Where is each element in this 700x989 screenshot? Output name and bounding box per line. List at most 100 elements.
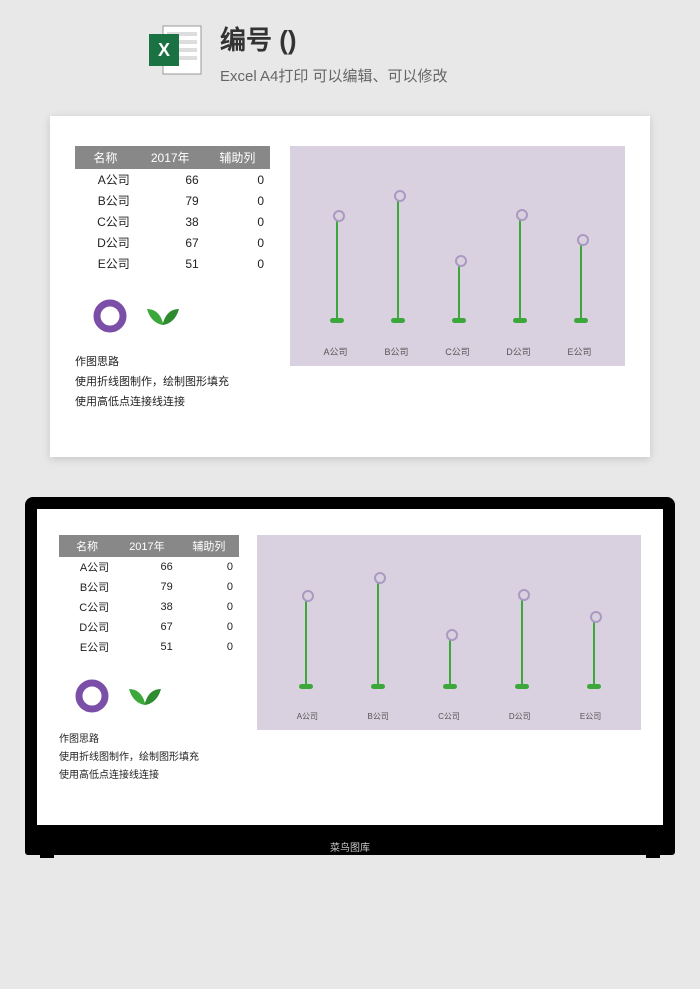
laptop-mockup: 名称 2017年 辅助列 A公司660B公司790C公司380D公司670E公司… <box>25 497 675 855</box>
table-body: A公司660B公司790C公司380D公司670E公司510 <box>59 557 239 657</box>
table-cell: 0 <box>205 211 270 232</box>
table-cell: 0 <box>179 617 239 637</box>
chart-plot <box>269 547 629 687</box>
table-row: E公司510 <box>75 253 270 274</box>
svg-text:X: X <box>158 40 170 60</box>
table-cell: 0 <box>179 637 239 657</box>
table-cell: 51 <box>115 637 179 657</box>
table-row: A公司660 <box>75 169 270 190</box>
table-cell: D公司 <box>75 232 136 253</box>
chart-x-labels: A公司B公司C公司D公司E公司 <box>305 345 610 358</box>
table-cell: 0 <box>179 557 239 577</box>
chart-x-labels: A公司B公司C公司D公司E公司 <box>272 711 626 722</box>
notes: 作图思路 使用折线图制作，绘制图形填充 使用高低点连接线连接 <box>75 353 270 412</box>
table-header: 辅助列 <box>205 146 270 169</box>
chart-x-label: A公司 <box>305 345 366 358</box>
chart-x-label: E公司 <box>549 345 610 358</box>
table-cell: E公司 <box>59 637 115 657</box>
table-row: E公司510 <box>59 637 239 657</box>
notes: 作图思路 使用折线图制作，绘制图形填充 使用高低点连接线连接 <box>59 731 239 785</box>
table-row: C公司380 <box>59 597 239 617</box>
excel-icon: X <box>145 20 205 80</box>
table-cell: 0 <box>205 169 270 190</box>
table-cell: 38 <box>115 597 179 617</box>
chart-plot <box>305 161 610 321</box>
table-cell: 79 <box>115 577 179 597</box>
icons-row <box>75 679 239 713</box>
chart-x-label: D公司 <box>488 345 549 358</box>
table-row: D公司670 <box>59 617 239 637</box>
table-cell: 0 <box>205 190 270 211</box>
page-title: 编号 () <box>220 20 448 57</box>
table-cell: 51 <box>136 253 205 274</box>
sprout-icon <box>145 305 181 327</box>
page-subtitle: Excel A4打印 可以编辑、可以修改 <box>220 65 448 86</box>
table-cell: 67 <box>136 232 205 253</box>
table-header: 2017年 <box>115 535 179 557</box>
table-cell: C公司 <box>75 211 136 232</box>
ring-icon <box>75 679 109 713</box>
table-row: C公司380 <box>75 211 270 232</box>
chart-stem <box>458 260 460 321</box>
note-line: 使用高低点连接线连接 <box>59 767 239 785</box>
table-cell: 67 <box>115 617 179 637</box>
table-row: B公司790 <box>75 190 270 211</box>
table-cell: 0 <box>205 253 270 274</box>
chart-stem <box>519 214 521 321</box>
chart-x-label: B公司 <box>343 711 414 722</box>
data-table: 名称 2017年 辅助列 A公司660B公司790C公司380D公司670E公司… <box>75 146 270 274</box>
table-header: 名称 <box>75 146 136 169</box>
table-row: A公司660 <box>59 557 239 577</box>
table-cell: 79 <box>136 190 205 211</box>
chart-stem <box>397 195 399 321</box>
table-cell: 38 <box>136 211 205 232</box>
chart-x-label: C公司 <box>414 711 485 722</box>
table-header-row: 名称 2017年 辅助列 <box>59 535 239 557</box>
sprout-icon <box>127 685 163 707</box>
chart-x-label: B公司 <box>366 345 427 358</box>
icons-row <box>93 299 270 333</box>
chart-x-label: A公司 <box>272 711 343 722</box>
watermark: 菜鸟图库 <box>330 839 370 854</box>
chart-stem <box>336 215 338 321</box>
table-cell: C公司 <box>59 597 115 617</box>
chart-stem <box>449 634 451 687</box>
laptop-base: 菜鸟图库 <box>25 837 675 855</box>
table-cell: B公司 <box>75 190 136 211</box>
table-header: 辅助列 <box>179 535 239 557</box>
table-cell: 66 <box>136 169 205 190</box>
note-line: 使用高低点连接线连接 <box>75 393 270 413</box>
table-body: A公司660B公司790C公司380D公司670E公司510 <box>75 169 270 274</box>
chart-x-label: D公司 <box>484 711 555 722</box>
table-row: D公司670 <box>75 232 270 253</box>
chart-area: A公司B公司C公司D公司E公司 <box>290 146 625 366</box>
table-cell: 66 <box>115 557 179 577</box>
table-header: 2017年 <box>136 146 205 169</box>
table-row: B公司790 <box>59 577 239 597</box>
note-line: 使用折线图制作，绘制图形填充 <box>59 749 239 767</box>
data-table: 名称 2017年 辅助列 A公司660B公司790C公司380D公司670E公司… <box>59 535 239 657</box>
table-cell: 0 <box>179 577 239 597</box>
note-line: 使用折线图制作，绘制图形填充 <box>75 373 270 393</box>
chart-stem <box>593 616 595 687</box>
chart-stem <box>521 594 523 688</box>
table-cell: B公司 <box>59 577 115 597</box>
chart-stem <box>305 595 307 687</box>
page-header: X 编号 () Excel A4打印 可以编辑、可以修改 <box>0 0 700 96</box>
table-cell: D公司 <box>59 617 115 637</box>
chart-area: A公司B公司C公司D公司E公司 <box>257 535 641 730</box>
table-cell: E公司 <box>75 253 136 274</box>
table-cell: A公司 <box>75 169 136 190</box>
table-header-row: 名称 2017年 辅助列 <box>75 146 270 169</box>
table-cell: A公司 <box>59 557 115 577</box>
chart-x-label: E公司 <box>555 711 626 722</box>
preview-card-1: 名称 2017年 辅助列 A公司660B公司790C公司380D公司670E公司… <box>50 116 650 457</box>
note-line: 作图思路 <box>75 353 270 373</box>
chart-x-label: C公司 <box>427 345 488 358</box>
table-cell: 0 <box>179 597 239 617</box>
chart-stem <box>377 577 379 688</box>
table-cell: 0 <box>205 232 270 253</box>
note-line: 作图思路 <box>59 731 239 749</box>
table-header: 名称 <box>59 535 115 557</box>
chart-stem <box>580 239 582 321</box>
